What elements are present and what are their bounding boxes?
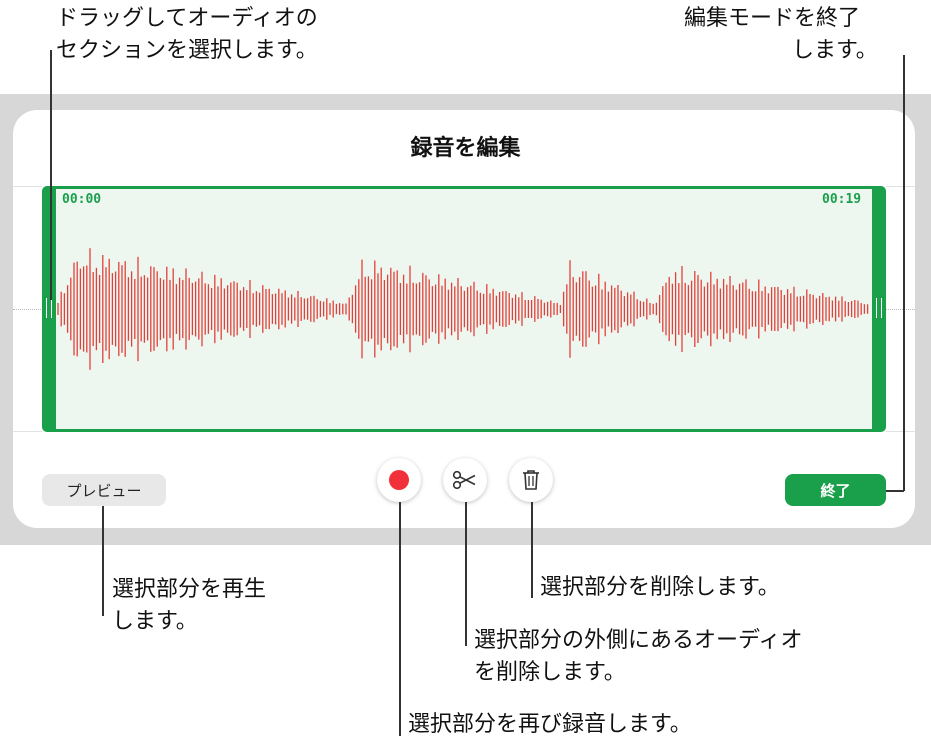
- leader-line-exit-horizontal: [886, 490, 904, 492]
- callout-drag-line1: ドラッグしてオーディオの: [56, 6, 318, 31]
- leader-line-trim: [465, 502, 467, 646]
- panel-title: 録音を編集: [410, 136, 521, 161]
- left-trim-handle[interactable]: [46, 298, 52, 318]
- trim-button[interactable]: [443, 458, 487, 502]
- leader-line-preview: [102, 506, 104, 616]
- callout-preview-line2: します。: [112, 609, 198, 634]
- leader-line-drag: [50, 50, 52, 300]
- record-button[interactable]: [377, 458, 421, 502]
- callout-trim-line2: を削除します。: [474, 660, 626, 685]
- leader-line-record: [399, 502, 401, 736]
- start-time-label: 00:00: [62, 192, 102, 207]
- leader-line-exit: [903, 55, 905, 491]
- callout-delete: 選択部分を削除します。: [540, 575, 780, 600]
- trash-icon: [523, 470, 539, 490]
- preview-button[interactable]: プレビュー: [42, 474, 166, 506]
- track-bottom-line-right: [886, 431, 915, 432]
- done-button[interactable]: 終了: [785, 474, 886, 506]
- record-icon: [389, 470, 409, 490]
- callout-rerecord: 選択部分を再び録音します。: [408, 712, 692, 737]
- callout-exit-line2: します。: [792, 38, 878, 63]
- callout-trim-line1: 選択部分の外側にあるオーディオ: [474, 628, 803, 653]
- delete-button[interactable]: [509, 458, 553, 502]
- leader-line-delete: [531, 502, 533, 598]
- callout-drag-line2: セクションを選択します。: [56, 38, 318, 63]
- track-top-line-right: [886, 186, 915, 187]
- end-time-label: 00:19: [822, 192, 862, 207]
- callout-exit-line1: 編集モードを終了: [684, 6, 861, 31]
- right-trim-handle[interactable]: [876, 298, 882, 318]
- scissors-icon: [452, 470, 476, 490]
- track-bottom-line-left: [13, 431, 42, 432]
- callout-preview-line1: 選択部分を再生: [112, 577, 267, 602]
- track-top-line-left: [13, 186, 42, 187]
- waveform: [57, 248, 869, 370]
